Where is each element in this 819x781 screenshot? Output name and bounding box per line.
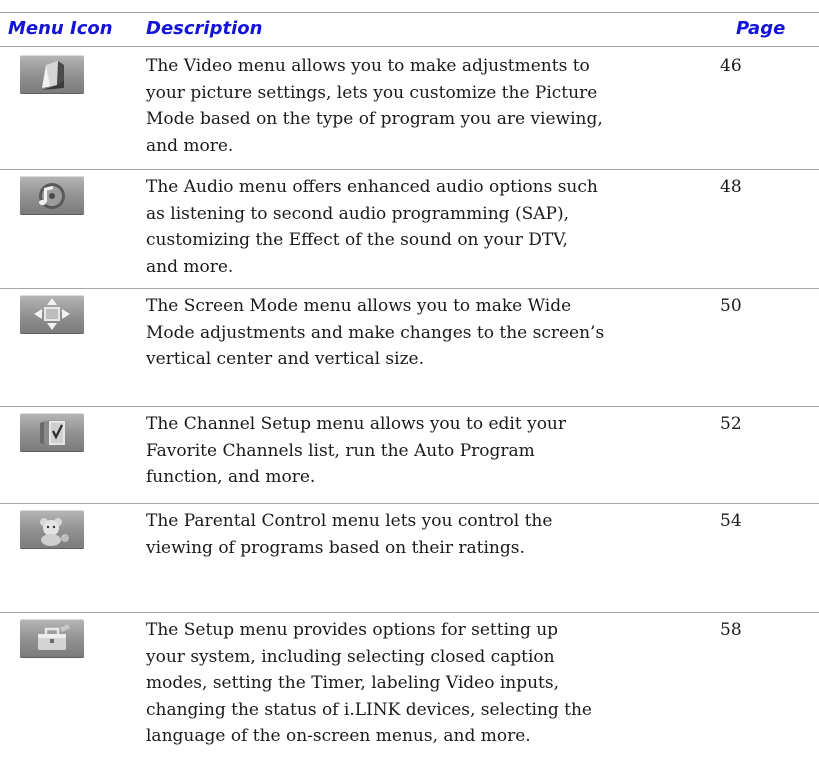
description-line: and more. <box>146 135 234 156</box>
description-line: changing the status of i.LINK devices, s… <box>146 699 592 720</box>
header-rule <box>0 46 819 47</box>
row-page-number: 54 <box>720 511 742 531</box>
description-line: Favorite Channels list, run the Auto Pro… <box>146 440 535 461</box>
description-line: your system, including selecting closed … <box>146 646 555 667</box>
row-page-number: 58 <box>720 620 742 640</box>
description-line: customizing the Effect of the sound on y… <box>146 230 568 250</box>
table-row-parental-control: The Parental Control menu lets you contr… <box>0 504 819 611</box>
screen-mode-icon <box>20 295 84 334</box>
column-header-menu-icon: Menu Icon <box>8 18 113 39</box>
description-line: viewing of programs based on their ratin… <box>146 537 525 558</box>
row-page-number: 52 <box>720 414 742 434</box>
row-description: The Screen Mode menu allows you to make … <box>146 293 706 373</box>
setup-icon <box>20 619 84 658</box>
description-line: The Video menu allows you to make adjust… <box>146 56 590 76</box>
description-line: Mode based on the type of program you ar… <box>146 109 603 129</box>
description-line: function, and more. <box>146 467 316 487</box>
description-line: The Setup menu provides options for sett… <box>146 620 559 640</box>
column-header-description: Description <box>146 18 263 39</box>
description-line: Mode adjustments and make changes to the… <box>146 322 605 343</box>
table-row-video: The Video menu allows you to make adjust… <box>0 49 819 168</box>
table-row-screen-mode: The Screen Mode menu allows you to make … <box>0 289 819 405</box>
description-line: your picture settings, lets you customiz… <box>146 82 598 103</box>
table-row-audio: The Audio menu offers enhanced audio opt… <box>0 170 819 287</box>
row-page-number: 46 <box>720 56 742 76</box>
row-description: The Audio menu offers enhanced audio opt… <box>146 174 706 280</box>
row-description: The Setup menu provides options for sett… <box>146 617 706 750</box>
audio-icon <box>20 176 84 215</box>
row-page-number: 50 <box>720 296 742 316</box>
top-rule <box>0 12 819 13</box>
row-description: The Channel Setup menu allows you to edi… <box>146 411 706 491</box>
description-line: language of the on-screen menus, and mor… <box>146 726 531 746</box>
description-line: vertical center and vertical size. <box>146 349 425 369</box>
parental-control-icon <box>20 510 84 549</box>
table-row-setup: The Setup menu provides options for sett… <box>0 613 819 781</box>
table-row-channel-setup: The Channel Setup menu allows you to edi… <box>0 407 819 502</box>
row-page-number: 48 <box>720 177 742 197</box>
column-header-page: Page <box>736 18 786 39</box>
description-line: The Channel Setup menu allows you to edi… <box>146 414 567 434</box>
description-line: The Screen Mode menu allows you to make … <box>146 296 572 316</box>
description-line: as listening to second audio programming… <box>146 203 569 224</box>
menu-reference-table: Menu Icon Description Page The Video men… <box>0 0 819 781</box>
row-description: The Parental Control menu lets you contr… <box>146 508 706 561</box>
video-icon <box>20 55 84 94</box>
description-line: and more. <box>146 256 234 277</box>
channel-setup-icon <box>20 413 84 452</box>
row-description: The Video menu allows you to make adjust… <box>146 53 706 159</box>
description-line: The Audio menu offers enhanced audio opt… <box>146 177 598 197</box>
description-line: The Parental Control menu lets you contr… <box>146 511 553 531</box>
description-line: modes, setting the Timer, labeling Video… <box>146 673 560 693</box>
